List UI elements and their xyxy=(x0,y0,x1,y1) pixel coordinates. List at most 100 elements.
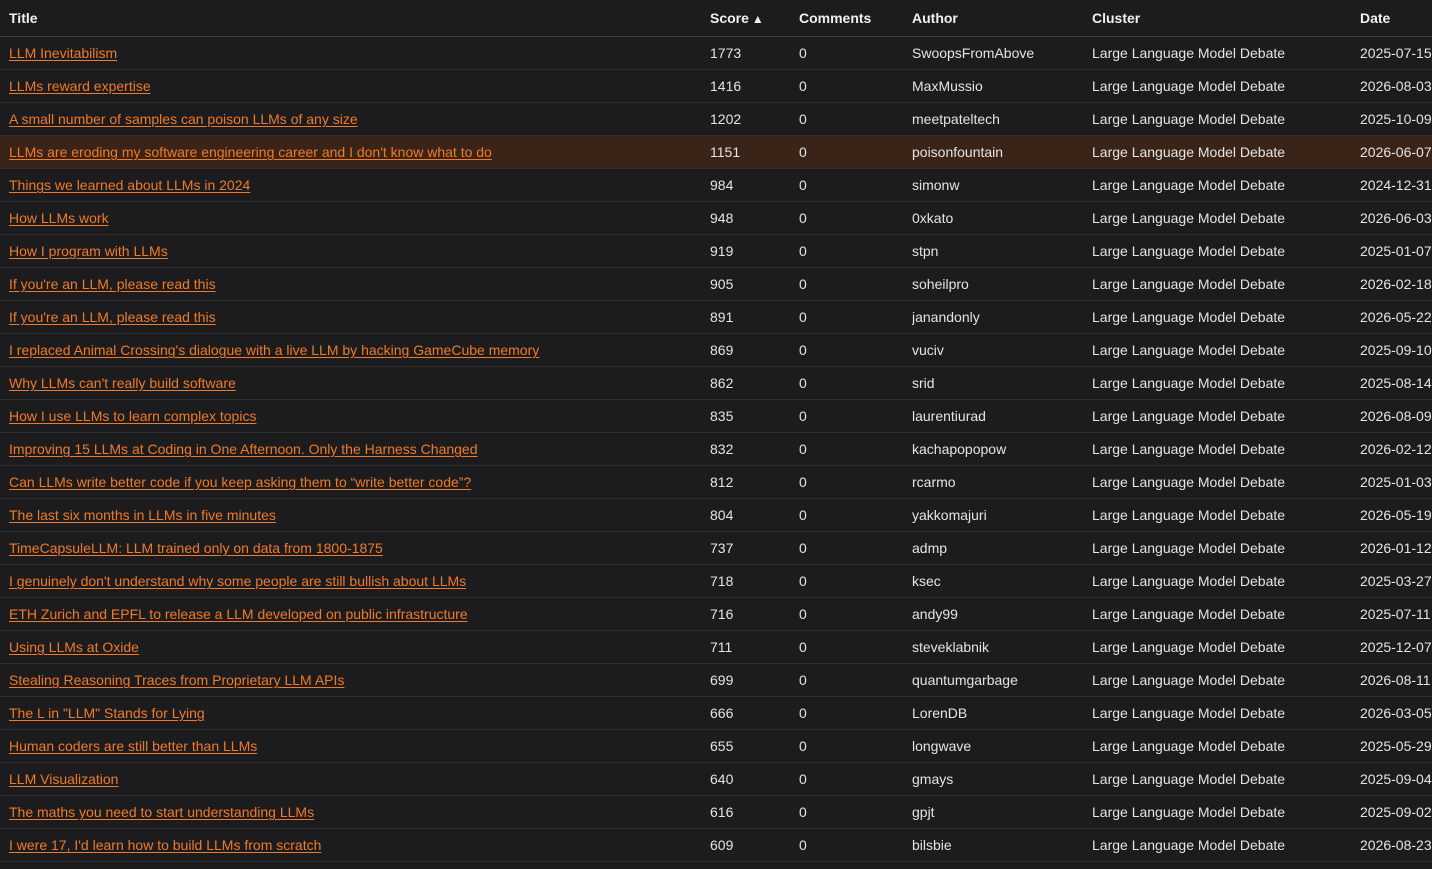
story-title-link[interactable]: How LLMs work xyxy=(9,210,109,226)
cluster-cell: Large Language Model Debate xyxy=(1092,111,1286,127)
story-title-link[interactable]: If you're an LLM, please read this xyxy=(9,309,216,325)
score-cell: 666 xyxy=(710,705,734,721)
table-row[interactable]: I replaced Animal Crossing's dialogue wi… xyxy=(0,334,1432,367)
table-row[interactable]: Improving 15 LLMs at Coding in One After… xyxy=(0,433,1432,466)
column-header-score-label: Score xyxy=(710,10,749,26)
date-cell: 2025-09-02 xyxy=(1360,804,1432,820)
score-cell: 919 xyxy=(710,243,734,259)
column-header-author[interactable]: Author xyxy=(912,0,958,36)
comments-cell: 0 xyxy=(799,144,807,160)
table-row[interactable]: LLM Visualization 640 0 gmays Large Language… xyxy=(0,763,1432,796)
table-row[interactable]: If you're an LLM, please read this 891 0 ja… xyxy=(0,301,1432,334)
story-title-link[interactable]: Stealing Reasoning Traces from Proprieta… xyxy=(9,672,344,688)
story-title-link[interactable]: TimeCapsuleLLM: LLM trained only on data… xyxy=(9,540,383,556)
comments-cell: 0 xyxy=(799,177,807,193)
story-title-link[interactable]: Human coders are still better than LLMs xyxy=(9,738,257,754)
score-cell: 804 xyxy=(710,507,734,523)
date-cell: 2025-10-09 xyxy=(1360,111,1432,127)
author-cell: SwoopsFromAbove xyxy=(912,45,1035,61)
story-title-link[interactable]: ETH Zurich and EPFL to release a LLM dev… xyxy=(9,606,468,622)
author-cell: srid xyxy=(912,375,935,391)
table-body: LLM Inevitabilism 1773 0 SwoopsFromAbove Lar… xyxy=(0,37,1432,862)
story-title-link[interactable]: LLMs reward expertise xyxy=(9,78,151,94)
column-header-cluster[interactable]: Cluster xyxy=(1092,0,1140,36)
story-title-link[interactable]: The maths you need to start understandin… xyxy=(9,804,314,820)
table-row[interactable]: I were 17, I'd learn how to build LLMs f… xyxy=(0,829,1432,862)
cluster-cell: Large Language Model Debate xyxy=(1092,672,1286,688)
story-title-link[interactable]: LLM Inevitabilism xyxy=(9,45,117,61)
column-header-score[interactable]: Score ▲ xyxy=(710,0,764,36)
title-cell: If you're an LLM, please read this xyxy=(9,301,699,333)
story-title-link[interactable]: A small number of samples can poison LLM… xyxy=(9,111,358,127)
story-title-link[interactable]: Why LLMs can't really build software xyxy=(9,375,236,391)
table-row[interactable]: How I use LLMs to learn complex topics 83… xyxy=(0,400,1432,433)
table-row[interactable]: LLMs are eroding my software engineering… xyxy=(0,136,1432,169)
title-cell: Improving 15 LLMs at Coding in One After… xyxy=(9,433,699,465)
story-title-link[interactable]: If you're an LLM, please read this xyxy=(9,276,216,292)
table-row[interactable]: How LLMs work 948 0 0xkato Large Language Mo… xyxy=(0,202,1432,235)
score-cell: 832 xyxy=(710,441,734,457)
column-header-comments[interactable]: Comments xyxy=(799,0,871,36)
author-cell: yakkomajuri xyxy=(912,507,987,523)
author-cell: simonw xyxy=(912,177,960,193)
sort-ascending-icon: ▲ xyxy=(751,12,764,26)
table-row[interactable]: Things we learned about LLMs in 2024 984 0… xyxy=(0,169,1432,202)
story-title-link[interactable]: I replaced Animal Crossing's dialogue wi… xyxy=(9,342,539,358)
score-cell: 984 xyxy=(710,177,734,193)
column-header-date[interactable]: Date xyxy=(1360,0,1390,36)
comments-cell: 0 xyxy=(799,573,807,589)
comments-cell: 0 xyxy=(799,375,807,391)
date-cell: 2025-05-29 xyxy=(1360,738,1432,754)
table-row[interactable]: Why LLMs can't really build software 862 0… xyxy=(0,367,1432,400)
table-row[interactable]: The maths you need to start understandin… xyxy=(0,796,1432,829)
date-cell: 2026-02-18 xyxy=(1360,276,1432,292)
table-row[interactable]: Using LLMs at Oxide 711 0 steveklabnik Large… xyxy=(0,631,1432,664)
date-cell: 2025-03-27 xyxy=(1360,573,1432,589)
story-title-link[interactable]: LLM Visualization xyxy=(9,771,118,787)
story-title-link[interactable]: Things we learned about LLMs in 2024 xyxy=(9,177,250,193)
date-cell: 2026-08-09 xyxy=(1360,408,1432,424)
story-title-link[interactable]: LLMs are eroding my software engineering… xyxy=(9,144,492,160)
cluster-cell: Large Language Model Debate xyxy=(1092,408,1286,424)
column-header-title[interactable]: Title xyxy=(9,0,38,36)
title-cell: I genuinely don't understand why some pe… xyxy=(9,565,699,597)
story-title-link[interactable]: How I use LLMs to learn complex topics xyxy=(9,408,256,424)
table-row[interactable]: Stealing Reasoning Traces from Proprieta… xyxy=(0,664,1432,697)
table-row[interactable]: The L in "LLM" Stands for Lying 666 0 Loren… xyxy=(0,697,1432,730)
story-title-link[interactable]: I were 17, I'd learn how to build LLMs f… xyxy=(9,837,321,853)
story-title-link[interactable]: Improving 15 LLMs at Coding in One After… xyxy=(9,441,478,457)
story-title-link[interactable]: Using LLMs at Oxide xyxy=(9,639,139,655)
table-row[interactable]: ETH Zurich and EPFL to release a LLM dev… xyxy=(0,598,1432,631)
story-title-link[interactable]: The L in "LLM" Stands for Lying xyxy=(9,705,205,721)
score-cell: 869 xyxy=(710,342,734,358)
story-title-link[interactable]: The last six months in LLMs in five minu… xyxy=(9,507,276,523)
cluster-cell: Large Language Model Debate xyxy=(1092,144,1286,160)
story-title-link[interactable]: How I program with LLMs xyxy=(9,243,168,259)
title-cell: LLM Inevitabilism xyxy=(9,37,699,69)
date-cell: 2026-03-05 xyxy=(1360,705,1432,721)
story-title-link[interactable]: I genuinely don't understand why some pe… xyxy=(9,573,466,589)
cluster-cell: Large Language Model Debate xyxy=(1092,342,1286,358)
table-row[interactable]: LLM Inevitabilism 1773 0 SwoopsFromAbove Lar… xyxy=(0,37,1432,70)
title-cell: Can LLMs write better code if you keep a… xyxy=(9,466,699,498)
table-row[interactable]: A small number of samples can poison LLM… xyxy=(0,103,1432,136)
author-cell: 0xkato xyxy=(912,210,954,226)
table-row[interactable]: Human coders are still better than LLMs 6… xyxy=(0,730,1432,763)
table-row[interactable]: How I program with LLMs 919 0 stpn Large Lan… xyxy=(0,235,1432,268)
table-row[interactable]: The last six months in LLMs in five minu… xyxy=(0,499,1432,532)
cluster-cell: Large Language Model Debate xyxy=(1092,210,1286,226)
comments-cell: 0 xyxy=(799,672,807,688)
cluster-cell: Large Language Model Debate xyxy=(1092,804,1286,820)
table-row[interactable]: If you're an LLM, please read this 905 0 so… xyxy=(0,268,1432,301)
table-row[interactable]: LLMs reward expertise 1416 0 MaxMussio Large… xyxy=(0,70,1432,103)
cluster-cell: Large Language Model Debate xyxy=(1092,474,1286,490)
comments-cell: 0 xyxy=(799,540,807,556)
title-cell: TimeCapsuleLLM: LLM trained only on data… xyxy=(9,532,699,564)
table-row[interactable]: TimeCapsuleLLM: LLM trained only on data… xyxy=(0,532,1432,565)
comments-cell: 0 xyxy=(799,606,807,622)
table-row[interactable]: I genuinely don't understand why some pe… xyxy=(0,565,1432,598)
comments-cell: 0 xyxy=(799,243,807,259)
table-row[interactable]: Can LLMs write better code if you keep a… xyxy=(0,466,1432,499)
story-title-link[interactable]: Can LLMs write better code if you keep a… xyxy=(9,474,471,490)
author-cell: quantumgarbage xyxy=(912,672,1018,688)
